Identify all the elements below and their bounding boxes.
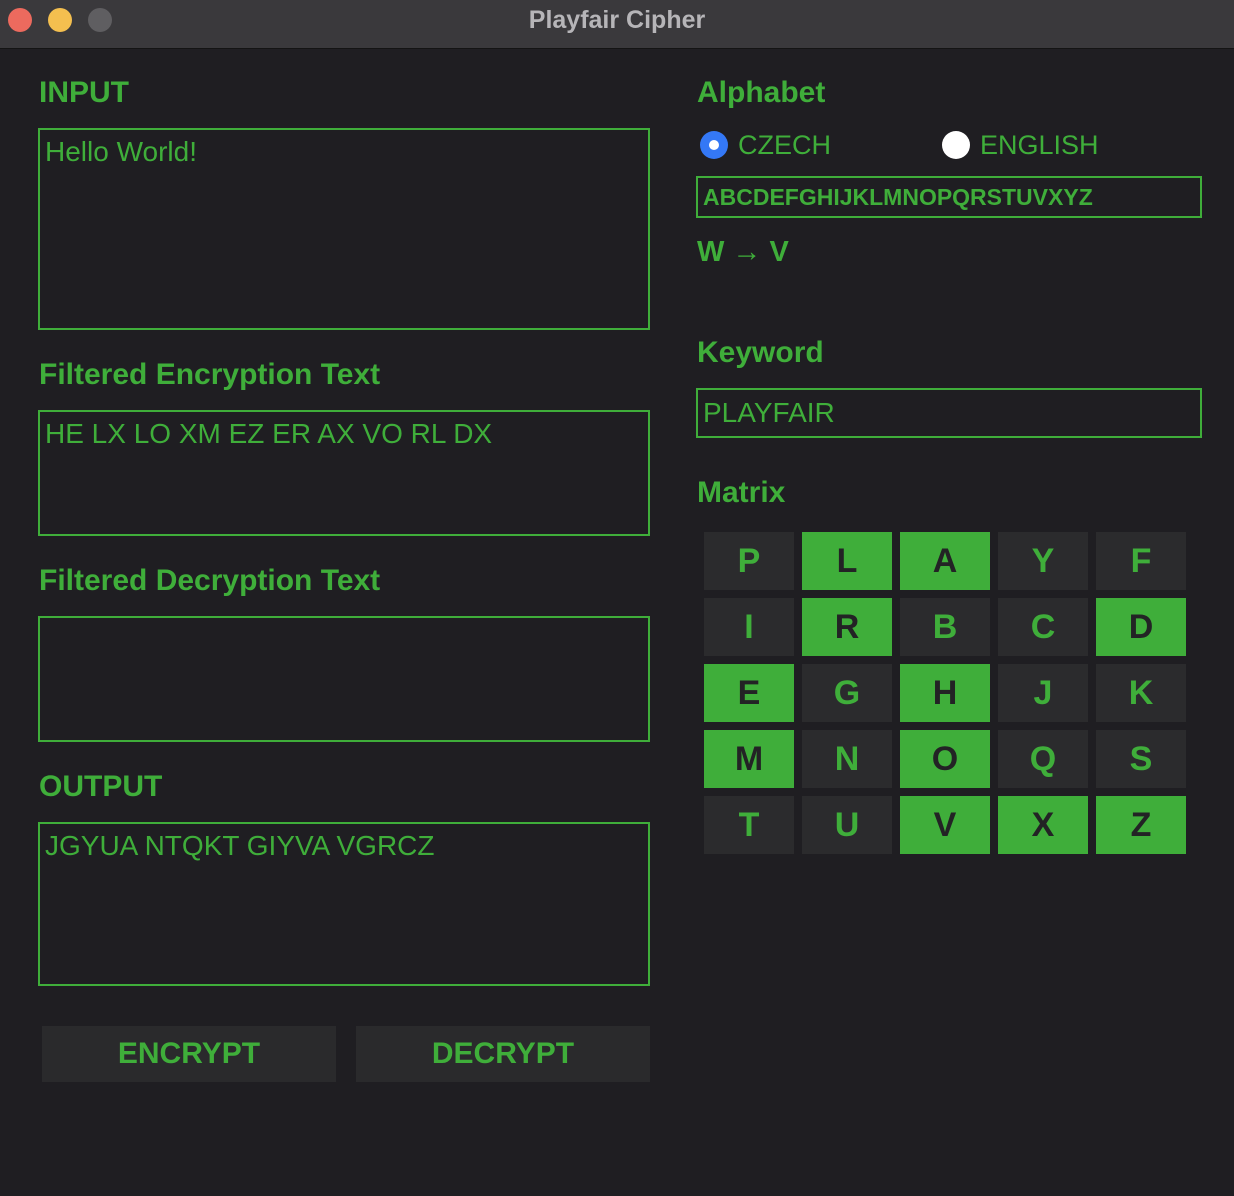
radio-czech-label: CZECH [738, 129, 831, 160]
cipher-matrix: PLAYF IRBCD EGHJK MNOQS TUVXZ [704, 532, 1186, 854]
matrix-cell: O [900, 730, 990, 788]
keyword-label: Keyword [697, 336, 824, 369]
matrix-cell: Q [998, 730, 1088, 788]
radio-english-label: ENGLISH [980, 129, 1099, 160]
filtered-decryption-textarea[interactable] [38, 616, 650, 742]
matrix-cell: X [998, 796, 1088, 854]
radio-english[interactable]: ENGLISH [942, 130, 1099, 160]
matrix-cell: P [704, 532, 794, 590]
filtered-encryption-label: Filtered Encryption Text [39, 358, 381, 391]
alphabet-field[interactable]: ABCDEFGHIJKLMNOPQRSTUVXYZ [696, 176, 1202, 218]
filtered-encryption-textarea[interactable]: HE LX LO XM EZ ER AX VO RL DX [38, 410, 650, 536]
matrix-cell: J [998, 664, 1088, 722]
radio-unselected-indicator[interactable] [942, 131, 970, 159]
app-window: Playfair Cipher INPUT Hello World! Filte… [0, 0, 1234, 1196]
matrix-cell: T [704, 796, 794, 854]
matrix-cell: A [900, 532, 990, 590]
output-label: OUTPUT [39, 770, 163, 803]
output-textarea[interactable]: JGYUA NTQKT GIYVA VGRCZ [38, 822, 650, 986]
matrix-cell: M [704, 730, 794, 788]
matrix-cell: G [802, 664, 892, 722]
matrix-cell: D [1096, 598, 1186, 656]
decrypt-button[interactable]: DECRYPT [356, 1026, 650, 1082]
matrix-cell: R [802, 598, 892, 656]
matrix-cell: H [900, 664, 990, 722]
matrix-cell: E [704, 664, 794, 722]
radio-czech[interactable]: CZECH [700, 130, 831, 160]
window-title: Playfair Cipher [528, 6, 706, 34]
matrix-cell: V [900, 796, 990, 854]
matrix-cell: K [1096, 664, 1186, 722]
input-label: INPUT [39, 76, 129, 109]
matrix-cell: B [900, 598, 990, 656]
filtered-decryption-label: Filtered Decryption Text [39, 564, 381, 597]
matrix-cell: S [1096, 730, 1186, 788]
keyword-input[interactable]: PLAYFAIR [696, 388, 1202, 438]
title-bar: Playfair Cipher [0, 0, 1234, 49]
alphabet-label: Alphabet [697, 76, 826, 109]
radio-selected-indicator[interactable] [700, 131, 728, 159]
matrix-cell: U [802, 796, 892, 854]
matrix-cell: Y [998, 532, 1088, 590]
matrix-cell: Z [1096, 796, 1186, 854]
input-textarea[interactable]: Hello World! [38, 128, 650, 330]
matrix-cell: I [704, 598, 794, 656]
matrix-label: Matrix [697, 476, 786, 509]
matrix-cell: F [1096, 532, 1186, 590]
encrypt-button[interactable]: ENCRYPT [42, 1026, 336, 1082]
letter-replacement-rule: W → V [697, 236, 789, 268]
matrix-cell: N [802, 730, 892, 788]
matrix-cell: L [802, 532, 892, 590]
matrix-cell: C [998, 598, 1088, 656]
